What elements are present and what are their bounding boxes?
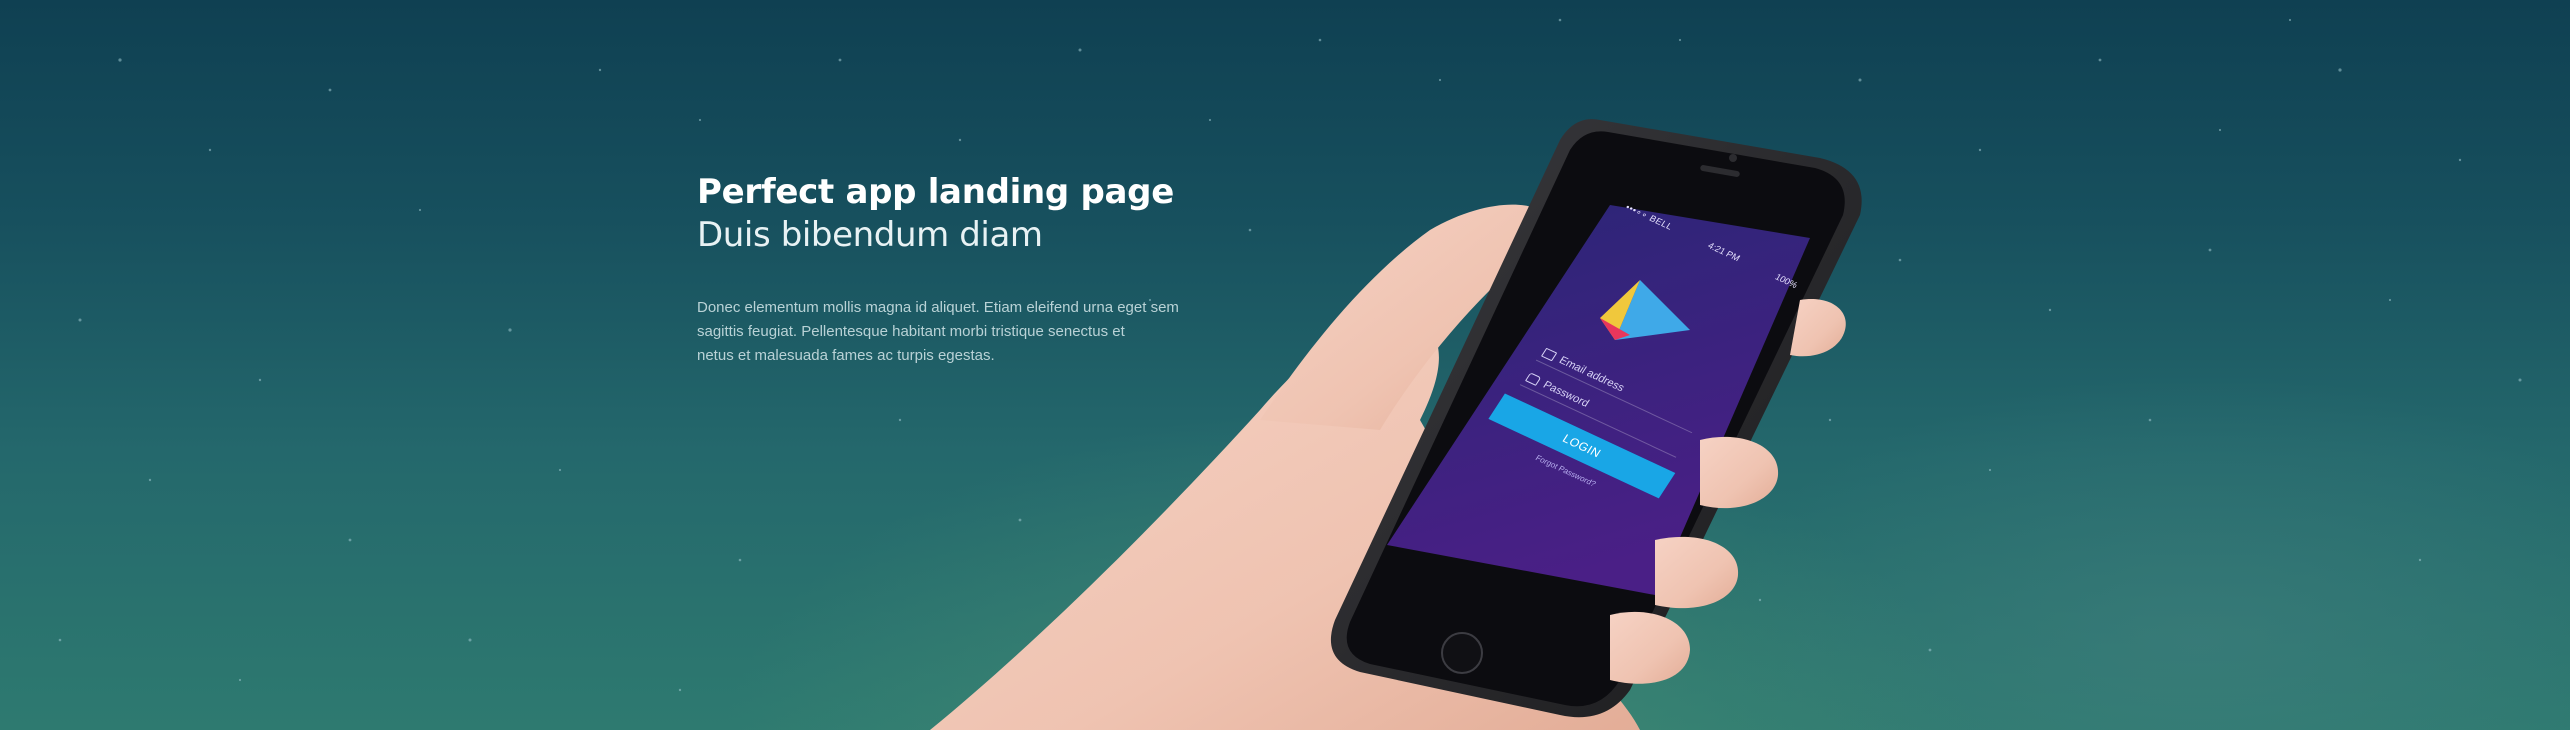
hero-body-line: sagittis feugiat. Pellentesque habitant … bbox=[697, 323, 1125, 340]
hero-headline: Perfect app landing page bbox=[697, 172, 1174, 212]
hero-body-text: Donec elementum mollis magna id aliquet.… bbox=[697, 296, 1197, 368]
hero-body-line: Donec elementum mollis magna id aliquet.… bbox=[697, 299, 1179, 316]
hero-body-line: netus et malesuada fames ac turpis egest… bbox=[697, 347, 995, 364]
star-field bbox=[58, 18, 2522, 692]
password-placeholder: Password bbox=[1540, 379, 1592, 410]
lock-icon bbox=[1524, 372, 1542, 386]
hero-copy: Perfect app landing page Duis bibendum d… bbox=[697, 170, 1257, 368]
hero-subheadline: Duis bibendum diam bbox=[697, 215, 1043, 255]
mail-icon bbox=[1540, 347, 1558, 362]
